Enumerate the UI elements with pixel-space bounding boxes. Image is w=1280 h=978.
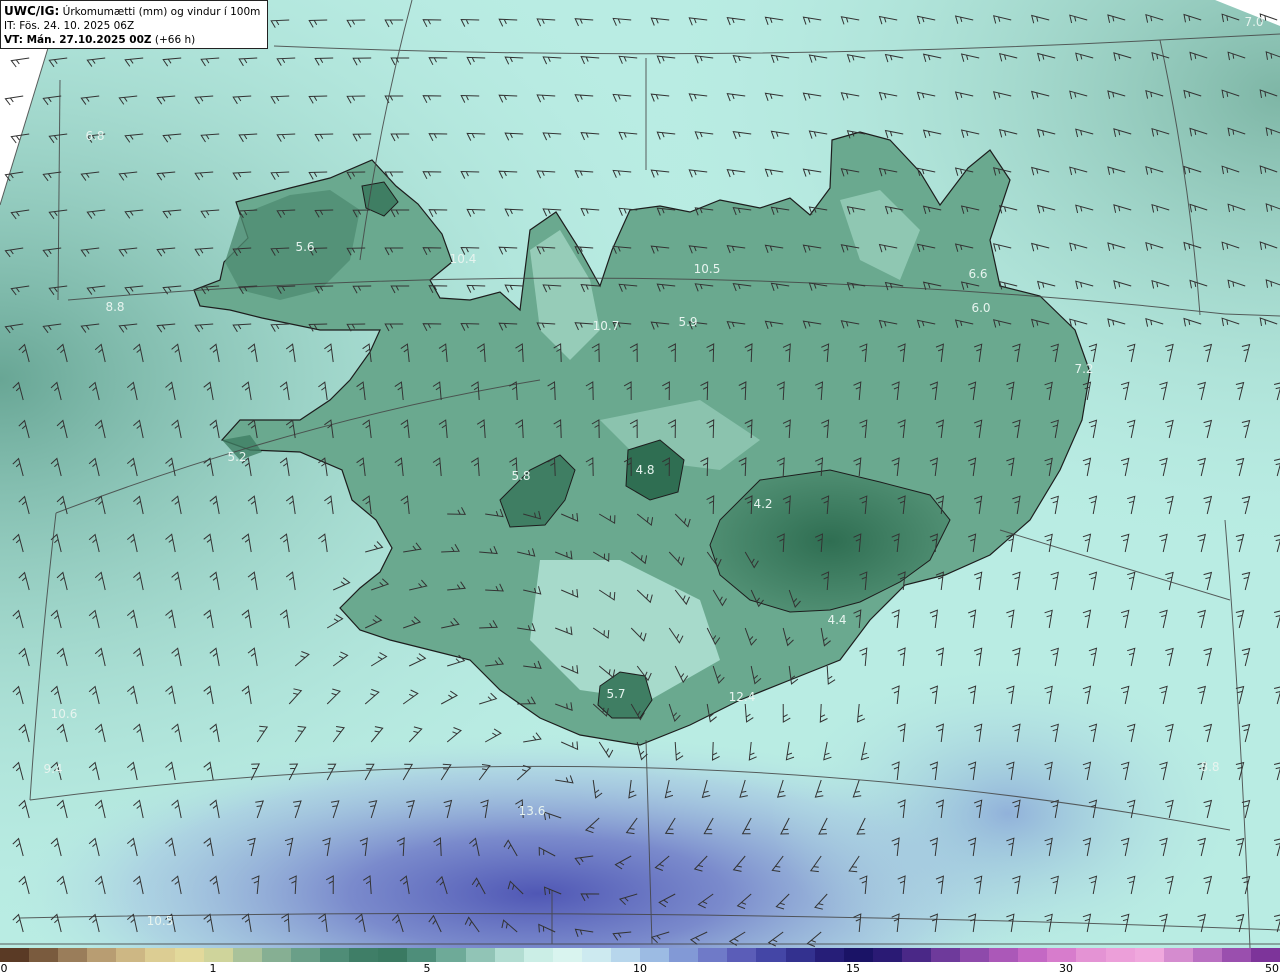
- colorbar-segment: [640, 948, 670, 962]
- colorbar-segment: [989, 948, 1019, 962]
- value-label: 4.2: [753, 497, 772, 511]
- colorbar-tick-label: 5: [423, 962, 431, 975]
- value-label: 10.6: [51, 707, 78, 721]
- lead-time: (+66 h): [154, 34, 196, 46]
- colorbar-segment: [960, 948, 990, 962]
- value-label: 4.8: [635, 463, 654, 477]
- value-label: 8.8: [105, 300, 124, 314]
- colorbar-segment: [756, 948, 786, 962]
- colorbar-segment: [1134, 948, 1164, 962]
- colorbar-segment: [320, 948, 350, 962]
- colorbar-segment: [1192, 948, 1222, 962]
- value-label: 5.7: [606, 687, 625, 701]
- colorbar-segment: [87, 948, 117, 962]
- colorbar-segment: [29, 948, 59, 962]
- colorbar: 0 1 5 10 15 30 50: [0, 948, 1280, 978]
- colorbar-segment: [610, 948, 641, 962]
- colorbar-segment: [1047, 948, 1077, 962]
- colorbar-segment: [58, 948, 88, 962]
- colorbar-segment: [436, 948, 466, 962]
- colorbar-segment: [785, 948, 815, 962]
- value-label: 6.6: [968, 267, 987, 281]
- colorbar-segment: [407, 948, 437, 962]
- colorbar-segment: [145, 948, 175, 962]
- colorbar-segment: [1251, 948, 1280, 962]
- colorbar-strip: [0, 948, 1280, 962]
- value-label: 13.6: [519, 804, 546, 818]
- colorbar-segment: [1221, 948, 1252, 962]
- value-label: 6.8: [85, 129, 104, 143]
- colorbar-tick-label: 1: [209, 962, 217, 975]
- value-label: 5.9: [678, 315, 697, 329]
- description: Úrkomumætti (mm) og vindur í 100m hæð: [62, 6, 264, 18]
- value-label: 9.4: [43, 762, 62, 776]
- colorbar-segment: [727, 948, 757, 962]
- colorbar-segment: [698, 948, 728, 962]
- colorbar-segment: [1076, 948, 1106, 962]
- colorbar-tick-label: 30: [1059, 962, 1073, 975]
- colorbar-segment: [931, 948, 961, 962]
- model-label: UWC/IG:: [4, 4, 60, 18]
- colorbar-segment: [465, 948, 495, 962]
- colorbar-segment: [901, 948, 931, 962]
- value-label: 5.6: [295, 240, 314, 254]
- colorbar-segment: [1018, 948, 1048, 962]
- value-label: 10.5: [694, 262, 721, 276]
- colorbar-segment: [290, 948, 321, 962]
- value-label: 7.2: [1074, 362, 1093, 376]
- colorbar-segment: [843, 948, 873, 962]
- colorbar-tick-label: 50: [1265, 962, 1279, 975]
- colorbar-segment: [0, 948, 30, 962]
- value-label: 5.8: [511, 469, 530, 483]
- value-label: 10.7: [593, 319, 620, 333]
- colorbar-tick-label: 0: [0, 962, 8, 975]
- colorbar-tick-label: 10: [633, 962, 647, 975]
- colorbar-segment: [872, 948, 902, 962]
- colorbar-segment: [203, 948, 233, 962]
- value-label: 5.2: [227, 450, 246, 464]
- colorbar-segment: [116, 948, 146, 962]
- colorbar-segment: [1163, 948, 1193, 962]
- colorbar-segment: [669, 948, 699, 962]
- colorbar-segment: [552, 948, 582, 962]
- weather-map: 7.0 6.8 5.6 10.4 10.5 6.6 6.0 10.7 5.9 8.8 7.2 5.2 5…: [0, 0, 1280, 948]
- value-label: 6.0: [971, 301, 990, 315]
- colorbar-segment: [814, 948, 844, 962]
- colorbar-segment: [581, 948, 611, 962]
- colorbar-tick-label: 15: [846, 962, 860, 975]
- valid-time: VT: Mán. 27.10.2025 00Z: [4, 34, 152, 46]
- colorbar-segment: [232, 948, 262, 962]
- value-label: 7.0: [1244, 15, 1263, 29]
- value-label: 8.8: [1200, 760, 1219, 774]
- header-box: UWC/IG: Úrkomumætti (mm) og vindur í 100…: [0, 0, 268, 49]
- colorbar-segment: [261, 948, 291, 962]
- initial-time: IT: Fös. 24. 10. 2025 06Z: [4, 20, 135, 32]
- colorbar-segment: [523, 948, 553, 962]
- colorbar-segment: [494, 948, 524, 962]
- colorbar-segment: [378, 948, 408, 962]
- value-label: 12.4: [729, 690, 756, 704]
- value-label: 10.4: [450, 252, 477, 266]
- value-label: 4.4: [827, 613, 846, 627]
- colorbar-segment: [1105, 948, 1135, 962]
- value-label: 10.5: [147, 914, 174, 928]
- colorbar-segment: [174, 948, 204, 962]
- colorbar-segment: [349, 948, 379, 962]
